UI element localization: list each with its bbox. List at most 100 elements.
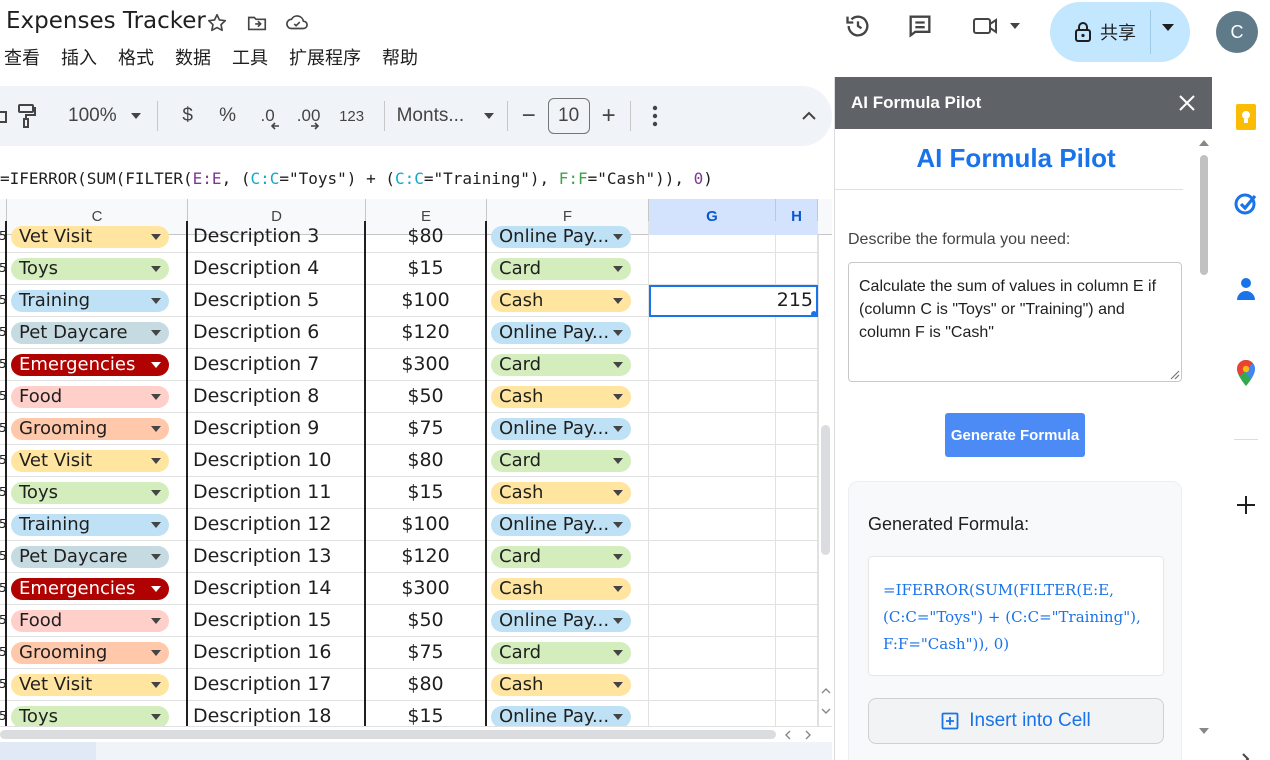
dropdown-chip[interactable]: Toys (11, 482, 169, 504)
menu-view[interactable]: 查看 (4, 44, 40, 70)
cell-amount[interactable]: $15 (366, 701, 487, 726)
cell-col-b[interactable]: 5 (0, 669, 7, 701)
scroll-left-icon[interactable] (784, 730, 792, 740)
share-dropdown-icon[interactable] (1162, 24, 1174, 31)
cell-col-b[interactable]: 5 (0, 701, 7, 726)
cell-g[interactable] (649, 573, 776, 605)
cell-category[interactable]: Toys (7, 253, 188, 285)
cell-h[interactable] (776, 221, 818, 253)
comment-icon[interactable] (900, 6, 940, 46)
grid-horizontal-scrollbar[interactable] (0, 726, 832, 742)
dropdown-chip[interactable]: Card (491, 258, 631, 280)
dropdown-chip[interactable]: Pet Daycare (11, 546, 169, 568)
menu-tools[interactable]: 工具 (232, 44, 268, 70)
cell-g[interactable] (649, 637, 776, 669)
cell-amount[interactable]: $15 (366, 253, 487, 285)
chevron-right-icon[interactable] (1232, 745, 1260, 760)
cell-amount[interactable]: $50 (366, 605, 487, 637)
cell-description[interactable]: Description 8 (188, 381, 366, 413)
scrollbar-thumb[interactable] (0, 730, 776, 739)
dropdown-chip[interactable]: Online Pay... (491, 322, 631, 344)
decrease-font-size-button[interactable]: − (518, 96, 540, 136)
history-icon[interactable] (838, 6, 878, 46)
cell-col-b[interactable]: 5 (0, 381, 7, 413)
menu-insert[interactable]: 插入 (61, 44, 97, 70)
cell-payment[interactable]: Online Pay... (487, 701, 649, 726)
insert-into-cell-button[interactable]: Insert into Cell (868, 698, 1164, 744)
cell-g[interactable] (649, 413, 776, 445)
add-icon[interactable] (1232, 491, 1260, 519)
cell-category[interactable]: Food (7, 381, 188, 413)
print-icon[interactable] (0, 96, 12, 136)
close-icon[interactable] (1175, 91, 1199, 115)
cell-category[interactable]: Food (7, 605, 188, 637)
cell-g[interactable] (649, 605, 776, 637)
dropdown-chip[interactable]: Online Pay... (491, 610, 631, 632)
dropdown-chip[interactable]: Cash (491, 578, 631, 600)
cell-amount[interactable]: $100 (366, 509, 487, 541)
cell-payment[interactable]: Online Pay... (487, 509, 649, 541)
cell-amount[interactable]: $75 (366, 637, 487, 669)
menu-data[interactable]: 数据 (175, 44, 211, 70)
formula-bar[interactable]: =IFERROR(SUM(FILTER(E:E, (C:C="Toys") + … (0, 160, 832, 198)
scroll-up-icon[interactable] (821, 687, 831, 695)
cell-category[interactable]: Vet Visit (7, 221, 188, 253)
cell-category[interactable]: Emergencies (7, 573, 188, 605)
currency-format-button[interactable]: $ (168, 96, 208, 136)
cell-amount[interactable]: $300 (366, 349, 487, 381)
cell-h[interactable] (776, 637, 818, 669)
cell-col-b[interactable]: 5 (0, 253, 7, 285)
cell-g[interactable] (649, 445, 776, 477)
increase-font-size-button[interactable]: + (598, 96, 620, 136)
collapse-toolbar-icon[interactable] (789, 96, 829, 136)
document-title[interactable]: Expenses Tracker (6, 8, 206, 34)
dropdown-chip[interactable]: Training (11, 514, 169, 536)
cell-h[interactable] (776, 253, 818, 285)
avatar[interactable]: C (1216, 11, 1258, 53)
more-options-icon[interactable] (641, 96, 669, 136)
scroll-down-icon[interactable] (1199, 727, 1209, 735)
scrollbar-thumb[interactable] (1200, 155, 1208, 275)
cell-category[interactable]: Toys (7, 701, 188, 726)
dropdown-chip[interactable]: Grooming (11, 642, 169, 664)
cell-col-b[interactable]: 5 (0, 413, 7, 445)
dropdown-chip[interactable]: Vet Visit (11, 226, 169, 248)
move-to-folder-icon[interactable] (244, 10, 270, 36)
generate-formula-button[interactable]: Generate Formula (945, 413, 1085, 457)
cell-amount[interactable]: $100 (366, 285, 487, 317)
menu-extensions[interactable]: 扩展程序 (289, 44, 361, 70)
tasks-icon[interactable] (1232, 189, 1260, 217)
dropdown-chip[interactable]: Pet Daycare (11, 322, 169, 344)
cell-description[interactable]: Description 16 (188, 637, 366, 669)
keep-icon[interactable] (1232, 103, 1260, 131)
cell-h[interactable] (776, 445, 818, 477)
cell-category[interactable]: Training (7, 509, 188, 541)
font-select[interactable]: Monts... (395, 105, 495, 127)
cell-g[interactable] (649, 509, 776, 541)
cell-g[interactable] (649, 221, 776, 253)
cell-payment[interactable]: Cash (487, 669, 649, 701)
dropdown-chip[interactable]: Emergencies (11, 354, 169, 376)
cell-amount[interactable]: $80 (366, 445, 487, 477)
cell-category[interactable]: Grooming (7, 637, 188, 669)
cell-description[interactable]: Description 14 (188, 573, 366, 605)
dropdown-chip[interactable]: Vet Visit (11, 674, 169, 696)
cell-description[interactable]: Description 7 (188, 349, 366, 381)
menu-format[interactable]: 格式 (118, 44, 154, 70)
cell-amount[interactable]: $15 (366, 477, 487, 509)
meet-icon[interactable] (966, 6, 1026, 46)
cell-category[interactable]: Toys (7, 477, 188, 509)
cell-description[interactable]: Description 13 (188, 541, 366, 573)
cell-category[interactable]: Training (7, 285, 188, 317)
cell-payment[interactable]: Card (487, 445, 649, 477)
menu-help[interactable]: 帮助 (382, 44, 418, 70)
number-format-button[interactable]: 123 (330, 96, 374, 136)
sidebar-scrollbar[interactable] (1197, 135, 1211, 745)
cell-g[interactable] (649, 541, 776, 573)
cell-h[interactable] (776, 605, 818, 637)
cell-col-b[interactable]: 5 (0, 573, 7, 605)
scrollbar-thumb[interactable] (821, 425, 830, 555)
cell-g[interactable] (649, 317, 776, 349)
cell-col-b[interactable]: 5 (0, 509, 7, 541)
cell-h[interactable] (776, 349, 818, 381)
